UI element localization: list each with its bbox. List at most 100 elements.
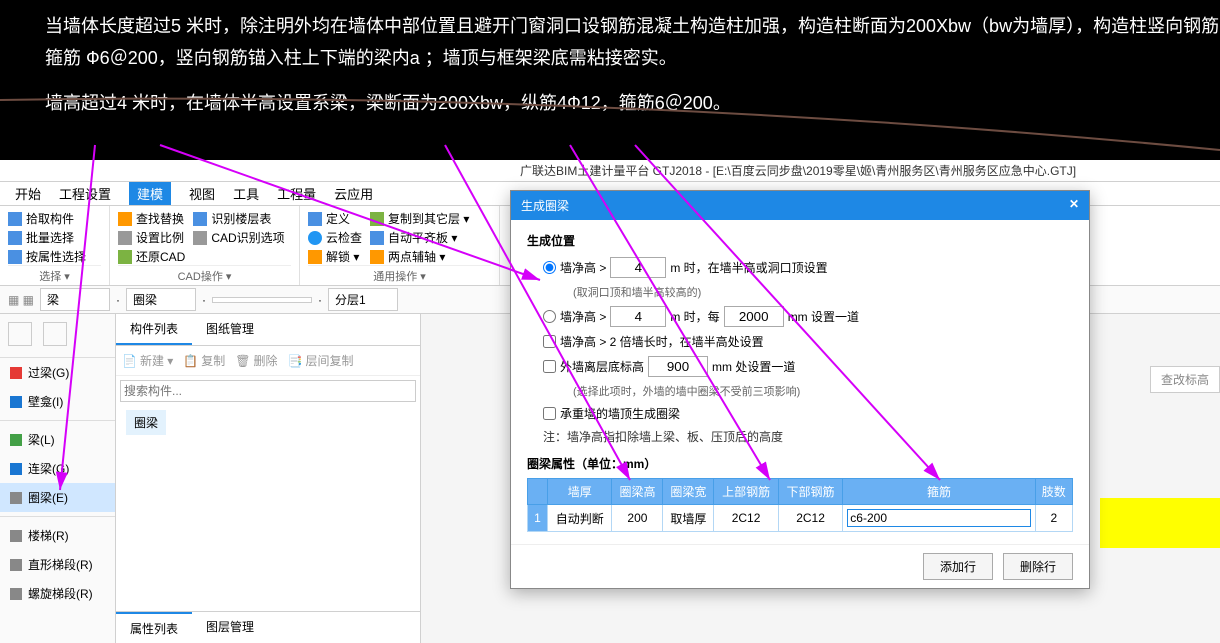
- menu-start[interactable]: 开始: [15, 184, 41, 203]
- select-by-property[interactable]: 按属性选择: [8, 248, 101, 265]
- restore-icon: [118, 250, 132, 264]
- option-wall-height-half[interactable]: 墙净高 > m 时，在墙半高或洞口顶设置: [543, 257, 1073, 278]
- left-tool-1[interactable]: [8, 322, 32, 346]
- menu-project-settings[interactable]: 工程设置: [59, 184, 111, 203]
- cell-箍筋[interactable]: [843, 505, 1035, 532]
- ribbon-group-cad-label[interactable]: CAD操作 ▾: [118, 265, 291, 284]
- col-header: 箍筋: [843, 479, 1035, 505]
- component-type-selector[interactable]: 圈梁: [126, 288, 196, 311]
- menu-tools[interactable]: 工具: [233, 184, 259, 203]
- tab-property-list[interactable]: 属性列表: [116, 612, 192, 643]
- two-point-aux-axis[interactable]: 两点辅轴 ▾: [370, 248, 469, 265]
- option-bearing-wall-top[interactable]: 承重墙的墙顶生成圈梁: [543, 405, 1073, 422]
- find-icon: [118, 212, 132, 226]
- search-component-input[interactable]: [120, 380, 416, 402]
- checkbox-outer-wall[interactable]: [543, 360, 556, 373]
- input-height-threshold-2[interactable]: [610, 306, 666, 327]
- search-label-box[interactable]: 查改标高: [1150, 366, 1220, 393]
- unlock[interactable]: 解锁 ▾: [308, 248, 362, 265]
- prop-sel-icon: [8, 250, 22, 264]
- col-header: 上部钢筋: [714, 479, 778, 505]
- align-icon: [370, 231, 384, 245]
- category-selector[interactable]: 梁: [40, 288, 110, 311]
- restore-cad[interactable]: 还原CAD: [118, 248, 185, 265]
- tab-component-list[interactable]: 构件列表: [116, 314, 192, 345]
- annotation-line-1: 当墙体长度超过5 米时，除注明外均在墙体中部位置且避开门窗洞口设钢筋混凝土构造柱…: [45, 10, 1175, 42]
- cat-icon: [10, 530, 22, 542]
- option-outer-wall-offset[interactable]: 外墙离层底标高 mm 处设置一道: [543, 356, 1073, 377]
- category-楼梯(R)[interactable]: 楼梯(R): [0, 521, 115, 550]
- category-过梁(G)[interactable]: 过梁(G): [0, 358, 115, 387]
- menu-cloud[interactable]: 云应用: [334, 184, 373, 203]
- component-selector[interactable]: [212, 297, 312, 303]
- cell-圈梁宽[interactable]: 取墙厚: [663, 505, 714, 532]
- cat-icon: [10, 434, 22, 446]
- ribbon-group-general-label[interactable]: 通用操作 ▾: [308, 265, 491, 284]
- layer-selector[interactable]: 分层1: [328, 288, 398, 311]
- cell-圈梁高[interactable]: 200: [612, 505, 663, 532]
- stirrup-input[interactable]: [847, 509, 1030, 527]
- menu-view[interactable]: 视图: [189, 184, 215, 203]
- component-item-ringbeam[interactable]: 圈梁: [126, 410, 166, 435]
- input-height-threshold-1[interactable]: [610, 257, 666, 278]
- axis-icon: [370, 250, 384, 264]
- row-number: 1: [528, 505, 548, 532]
- option-wall-height-interval[interactable]: 墙净高 > m 时，每 mm 设置一道: [543, 306, 1073, 327]
- pick-component[interactable]: 拾取构件: [8, 210, 101, 227]
- cell-下部钢筋[interactable]: 2C12: [778, 505, 842, 532]
- category-梁(L)[interactable]: 梁(L): [0, 425, 115, 454]
- category-直形梯段(R)[interactable]: 直形梯段(R): [0, 550, 115, 579]
- yellow-highlight: [1100, 498, 1220, 548]
- col-header: 圈梁高: [612, 479, 663, 505]
- cad-identify-options[interactable]: CAD识别选项: [193, 229, 284, 246]
- category-连梁(G)[interactable]: 连梁(G): [0, 454, 115, 483]
- cloud-icon: [308, 231, 322, 245]
- col-header: 墙厚: [548, 479, 612, 505]
- tab-layer-manage[interactable]: 图层管理: [192, 612, 268, 643]
- copyfloor-icon: [370, 212, 384, 226]
- dialog-close-button[interactable]: ✕: [1069, 197, 1079, 214]
- copy-to-other-floor[interactable]: 复制到其它层 ▾: [370, 210, 469, 227]
- menu-modeling[interactable]: 建模: [129, 182, 171, 205]
- cad-opt-icon: [193, 231, 207, 245]
- category-圈梁(E)[interactable]: 圈梁(E): [0, 483, 115, 512]
- cat-icon: [10, 367, 22, 379]
- input-outer-wall-offset[interactable]: [648, 356, 708, 377]
- delete-row-button[interactable]: 删除行: [1003, 553, 1073, 580]
- copy-component[interactable]: 📋 复制: [183, 352, 225, 369]
- auto-align-slab[interactable]: 自动平齐板 ▾: [370, 229, 469, 246]
- layer-copy[interactable]: 📑 层间复制: [288, 352, 354, 369]
- delete-component[interactable]: 🗑 删除: [235, 352, 277, 369]
- menu-quantity[interactable]: 工程量: [277, 184, 316, 203]
- cell-肢数[interactable]: 2: [1035, 505, 1072, 532]
- identify-floor-table[interactable]: 识别楼层表: [193, 210, 284, 227]
- option-double-length[interactable]: 墙净高 > 2 倍墙长时，在墙半高处设置: [543, 333, 1073, 350]
- category-壁龛(I)[interactable]: 壁龛(I): [0, 387, 115, 416]
- component-list-panel: 构件列表 图纸管理 📄 新建 ▾ 📋 复制 🗑 删除 📑 层间复制 圈梁 属性列…: [116, 314, 421, 643]
- radio-half-height[interactable]: [543, 261, 556, 274]
- cell-墙厚[interactable]: 自动判断: [548, 505, 612, 532]
- add-row-button[interactable]: 添加行: [923, 553, 993, 580]
- cloud-check[interactable]: 云检查: [308, 229, 362, 246]
- col-header: 下部钢筋: [778, 479, 842, 505]
- cell-上部钢筋[interactable]: 2C12: [714, 505, 778, 532]
- scale-icon: [118, 231, 132, 245]
- define[interactable]: 定义: [308, 210, 362, 227]
- set-scale[interactable]: 设置比例: [118, 229, 185, 246]
- input-interval-mm[interactable]: [724, 306, 784, 327]
- ribbon-group-select-label[interactable]: 选择 ▾: [8, 265, 101, 284]
- checkbox-bearing-wall[interactable]: [543, 407, 556, 420]
- new-component[interactable]: 📄 新建 ▾: [122, 352, 173, 369]
- tab-drawing-manage[interactable]: 图纸管理: [192, 314, 268, 345]
- checkbox-double-length[interactable]: [543, 335, 556, 348]
- left-tool-2[interactable]: [43, 322, 67, 346]
- col-header: 肢数: [1035, 479, 1072, 505]
- category-螺旋梯段(R)[interactable]: 螺旋梯段(R): [0, 579, 115, 608]
- section-generate-position: 生成位置: [527, 232, 1073, 249]
- batch-select[interactable]: 批量选择: [8, 229, 101, 246]
- radio-interval[interactable]: [543, 310, 556, 323]
- cat-icon: [10, 588, 22, 600]
- annotation-line-3: 墙高超过4 米时，在墙体半高设置系梁，梁断面为200Xbw，纵筋4Ф12，箍筋6…: [45, 87, 1175, 119]
- cat-icon: [10, 396, 22, 408]
- find-replace[interactable]: 查找替换: [118, 210, 185, 227]
